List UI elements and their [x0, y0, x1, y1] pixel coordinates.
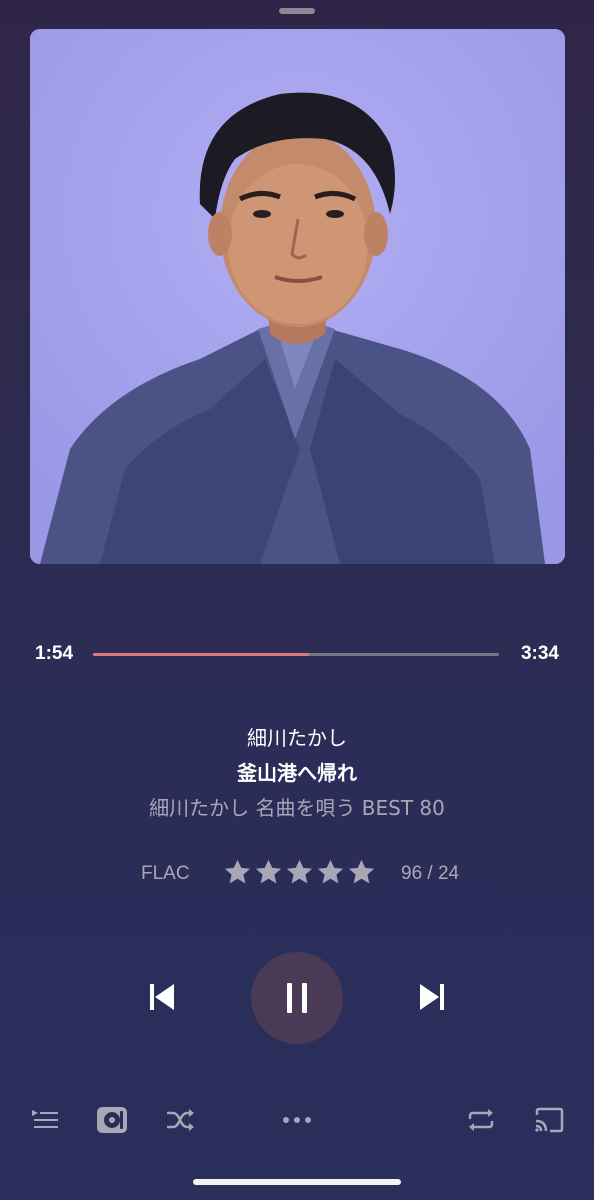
more-dots-icon	[283, 1117, 311, 1123]
home-indicator	[193, 1179, 401, 1185]
now-playing-screen: 1:54 3:34 細川たかし 釜山港へ帰れ 細川たかし 名曲を唄う BEST …	[0, 0, 594, 1200]
total-time: 3:34	[520, 643, 559, 664]
pause-icon	[287, 983, 307, 1013]
album-name[interactable]: 細川たかし 名曲を唄う BEST 80	[0, 792, 594, 821]
star-icon[interactable]	[254, 858, 283, 887]
star-icon[interactable]	[316, 858, 345, 887]
pause-button[interactable]	[251, 952, 343, 1044]
cast-button[interactable]	[531, 1102, 567, 1138]
progress-track[interactable]	[93, 653, 499, 656]
song-title: 釜山港へ帰れ	[237, 761, 357, 785]
album-art	[30, 29, 565, 564]
progress-played	[93, 653, 310, 656]
output-button[interactable]	[94, 1102, 130, 1138]
shuffle-icon	[167, 1109, 194, 1131]
star-icon[interactable]	[285, 858, 314, 887]
rating-stars[interactable]	[223, 858, 376, 887]
elapsed-time: 1:54	[35, 643, 74, 664]
repeat-icon	[468, 1109, 494, 1131]
queue-button[interactable]	[27, 1102, 63, 1138]
speaker-output-icon	[97, 1107, 127, 1133]
star-icon[interactable]	[347, 858, 376, 887]
play-count: 96 / 24	[401, 863, 460, 884]
artist-name[interactable]: 細川たかし	[0, 722, 594, 751]
star-icon[interactable]	[223, 858, 252, 887]
previous-button[interactable]	[140, 975, 184, 1019]
next-button[interactable]	[410, 975, 454, 1019]
format-label: FLAC	[141, 863, 190, 884]
repeat-button[interactable]	[463, 1102, 499, 1138]
sheet-grabber[interactable]	[279, 8, 315, 14]
cast-icon	[535, 1107, 564, 1133]
skip-previous-icon	[150, 984, 174, 1010]
skip-next-icon	[420, 984, 444, 1010]
more-button[interactable]	[279, 1102, 315, 1138]
shuffle-button[interactable]	[162, 1102, 198, 1138]
queue-list-icon	[32, 1110, 58, 1128]
